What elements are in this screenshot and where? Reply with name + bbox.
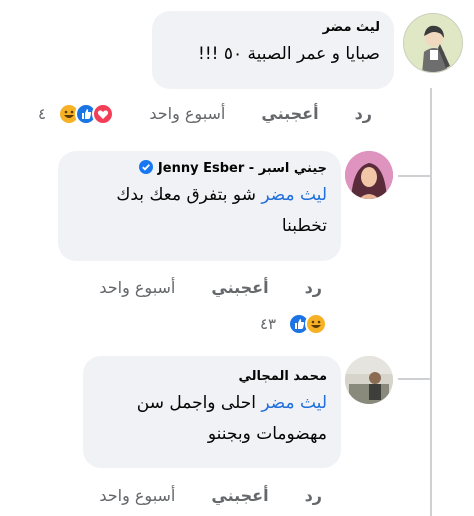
comment-timestamp[interactable]: أسبوع واحد [99,278,175,297]
reply-thread-line [430,88,432,516]
reply-button[interactable]: رد [305,278,322,297]
avatar[interactable] [345,151,393,199]
haha-icon [305,313,328,335]
user-photo-icon [345,356,393,404]
mention-link[interactable]: ليث مضر [261,393,327,413]
user-illustration-icon [404,14,462,72]
author-name: جيني اسبر - Jenny Esber [157,161,327,176]
comment-bubble: محمد المجالي ليث مضر احلى واجمل سن مهضوم… [83,356,341,468]
reply-button[interactable]: رد [305,486,322,505]
mention-link[interactable]: ليث مضر [261,185,327,205]
reaction-summary[interactable]: ٤ [38,103,115,125]
comment-actions: رد أعجبني أسبوع واحد [99,278,322,297]
reaction-count: ٤٣ [260,315,277,333]
comment-actions: رد أعجبني أسبوع واحد [99,486,322,505]
like-button[interactable]: أعجبني [211,486,268,505]
avatar[interactable] [403,13,463,73]
verified-badge-icon [139,160,154,174]
reply-button[interactable]: رد [355,104,372,123]
comment-text: صبايا و عمر الصبية ٥٠ !!! [198,44,380,64]
comment-timestamp[interactable]: أسبوع واحد [99,486,175,505]
reaction-count: ٤ [38,105,47,123]
reply-connector-2 [398,378,430,380]
comment-bubble: جيني اسبر - Jenny Esber ليث مضر شو بتفرق… [58,151,341,261]
user-photo-icon [345,151,393,199]
like-button[interactable]: أعجبني [261,104,318,123]
comment-author[interactable]: جيني اسبر - Jenny Esber [72,160,327,176]
comment-author[interactable]: محمد المجالي [97,369,327,384]
comment-text: ليث مضر احلى واجمل سن مهضومات وبجننو [97,388,327,450]
reaction-summary[interactable]: ٤٣ [260,313,328,335]
avatar[interactable] [345,356,393,404]
comment-text-line: شو بتفرق معك بدك [116,185,256,205]
comment-text-line: تخطبنا [281,216,327,236]
comment-bubble: ليث مضر صبايا و عمر الصبية ٥٠ !!! [152,11,394,89]
love-icon [92,103,115,125]
comment-actions: رد أعجبني أسبوع واحد [149,104,372,123]
comment-author[interactable]: ليث مضر [166,20,380,35]
comment-text-line: مهضومات وبجننو [207,424,327,444]
like-button[interactable]: أعجبني [211,278,268,297]
reply-connector-1 [398,175,430,177]
comment-timestamp[interactable]: أسبوع واحد [149,104,225,123]
comment-text-line: احلى واجمل سن [136,393,256,413]
comment-text: ليث مضر شو بتفرق معك بدك تخطبنا [72,180,327,242]
